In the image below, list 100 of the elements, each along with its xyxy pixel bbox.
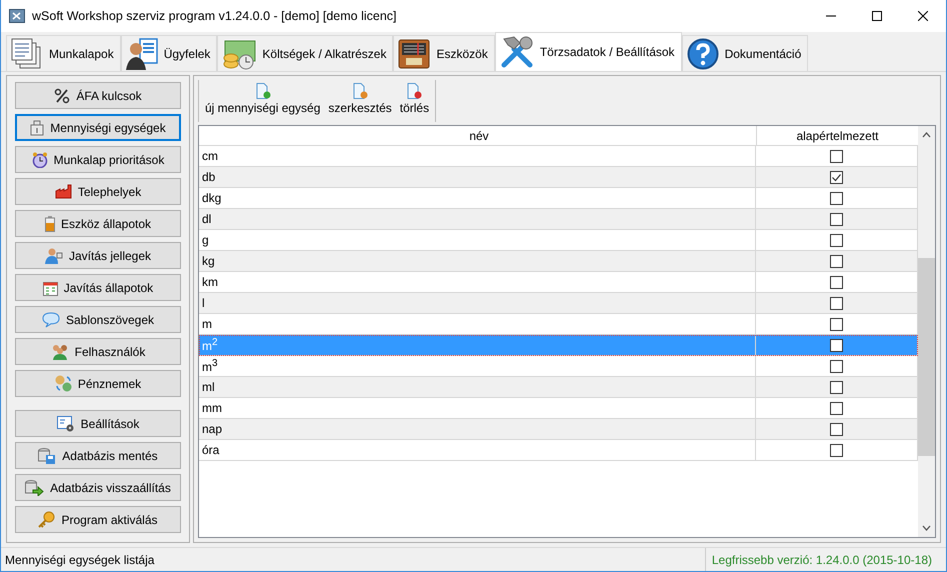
money-icon xyxy=(222,38,256,70)
speech-bubble-icon xyxy=(42,312,60,328)
sidebar-button[interactable]: Eszköz állapotok xyxy=(15,210,181,237)
toolbar-button[interactable]: új mennyiségi egység xyxy=(203,83,322,119)
table-row[interactable]: kg xyxy=(199,251,918,272)
database-save-icon xyxy=(38,448,56,464)
document-icon xyxy=(254,83,271,99)
sidebar-button[interactable]: Adatbázis mentés xyxy=(15,442,181,469)
table-cell: ml xyxy=(202,380,215,394)
document-icon xyxy=(352,83,368,99)
checkbox[interactable] xyxy=(830,192,843,204)
table-row[interactable]: ml xyxy=(199,377,918,398)
status-text: Mennyiségi egységek listája xyxy=(4,552,154,566)
table-cell: óra xyxy=(202,443,220,457)
person-icon xyxy=(44,248,63,264)
table-row[interactable]: mm xyxy=(199,398,918,419)
table-cell: m xyxy=(202,317,212,331)
table-row[interactable]: l xyxy=(199,293,918,314)
checkbox[interactable] xyxy=(830,234,843,246)
sidebar-button[interactable]: ÁFA kulcsok xyxy=(15,82,181,109)
version-text: Legfrissebb verzió: 1.24.0.0 (2015-10-18) xyxy=(704,548,946,571)
table-row[interactable]: nap xyxy=(199,419,918,440)
weight-icon xyxy=(30,120,44,136)
table-cell: mm xyxy=(202,401,222,415)
sidebar-button[interactable]: Beállítások xyxy=(15,410,181,437)
checkbox[interactable] xyxy=(830,254,843,268)
table-row[interactable]: dkg xyxy=(199,188,918,209)
sidebar-button[interactable]: Sablonszövegek xyxy=(15,306,181,333)
sidebar-button[interactable]: Telephelyek xyxy=(15,178,181,205)
checkbox[interactable] xyxy=(830,150,843,162)
key-icon xyxy=(38,511,56,528)
percent-icon xyxy=(54,88,70,104)
table-row[interactable]: dl xyxy=(199,209,918,230)
tab[interactable]: Dokumentáció xyxy=(682,35,808,71)
database-arrow-icon xyxy=(25,480,44,496)
checkbox[interactable] xyxy=(830,360,843,372)
table-cell: km xyxy=(202,275,218,289)
window-title: wSoft Workshop szerviz program v1.24.0.0 - [demo] [demo licenc] xyxy=(32,9,397,23)
checkbox[interactable] xyxy=(830,338,843,352)
table-cell: g xyxy=(202,233,209,247)
sidebar-button[interactable]: Program aktiválás xyxy=(15,506,181,533)
checkbox[interactable] xyxy=(830,318,843,330)
alarm-clock-icon xyxy=(32,152,48,168)
table-row[interactable]: km xyxy=(199,272,918,293)
table-cell: nap xyxy=(202,422,222,436)
table-cell: m$^{2}$ xyxy=(202,337,218,353)
checkbox[interactable] xyxy=(830,170,843,184)
document-icon xyxy=(406,83,422,99)
table-row[interactable]: m$^{3}$ xyxy=(199,356,918,377)
currency-exchange-icon xyxy=(54,375,72,392)
factory-icon xyxy=(54,184,72,199)
column-header[interactable]: alapértelmezett xyxy=(757,126,918,145)
checkbox[interactable] xyxy=(830,296,843,310)
radio-icon xyxy=(398,38,430,68)
table-cell: l xyxy=(202,296,205,310)
sidebar-button[interactable]: Javítás állapotok xyxy=(15,274,181,301)
table-cell: cm xyxy=(202,149,218,163)
sidebar-button[interactable]: Javítás jellegek xyxy=(15,242,181,269)
table-row[interactable]: cm xyxy=(199,146,918,167)
settings-icon xyxy=(56,416,75,432)
tab[interactable]: Ügyfelek xyxy=(120,35,218,71)
table-row[interactable]: óra xyxy=(199,440,918,461)
table-cell: db xyxy=(202,170,216,184)
documents-icon xyxy=(11,38,43,70)
table-row[interactable]: db xyxy=(199,167,918,188)
tab[interactable]: Munkalapok xyxy=(6,35,121,71)
toolbar-button[interactable]: törlés xyxy=(398,83,432,119)
table-row[interactable]: m xyxy=(199,314,918,335)
close-icon[interactable] xyxy=(918,11,928,21)
tab[interactable]: Költségek / Alkatrészek xyxy=(217,35,394,71)
sidebar-button[interactable]: Mennyiségi egységek xyxy=(15,114,181,141)
checkbox[interactable] xyxy=(830,402,843,414)
wrench-hammer-icon xyxy=(500,35,534,69)
app-icon xyxy=(9,9,25,23)
checkbox[interactable] xyxy=(830,276,843,288)
sidebar-button[interactable]: Felhasználók xyxy=(15,338,181,365)
sidebar-button[interactable]: Adatbázis visszaállítás xyxy=(15,474,181,501)
tab[interactable]: Törzsadatok / Beállítások xyxy=(494,32,682,71)
scroll-up-icon[interactable] xyxy=(922,132,931,138)
sidebar-button[interactable]: Munkalap prioritások xyxy=(15,146,181,173)
checkbox[interactable] xyxy=(830,444,843,456)
checkbox[interactable] xyxy=(830,212,843,226)
scroll-down-icon[interactable] xyxy=(922,525,931,531)
help-icon xyxy=(686,38,719,70)
toolbar-button[interactable]: szerkesztés xyxy=(326,83,394,119)
person-card-icon xyxy=(126,38,158,70)
column-header[interactable]: név xyxy=(199,126,757,145)
calendar-icon xyxy=(42,280,58,296)
scrollbar[interactable] xyxy=(918,126,935,537)
table-row[interactable]: g xyxy=(199,230,918,251)
table-cell: kg xyxy=(202,254,215,268)
table-cell: dkg xyxy=(202,191,222,205)
checkbox[interactable] xyxy=(830,380,843,394)
sidebar-button[interactable]: Pénznemek xyxy=(15,370,181,397)
table-cell: m$^{3}$ xyxy=(202,358,218,374)
checkbox[interactable] xyxy=(830,422,843,436)
tab[interactable]: Eszközök xyxy=(393,35,495,71)
users-icon xyxy=(50,344,69,360)
battery-icon xyxy=(44,216,55,232)
maximize-icon[interactable] xyxy=(872,11,882,21)
